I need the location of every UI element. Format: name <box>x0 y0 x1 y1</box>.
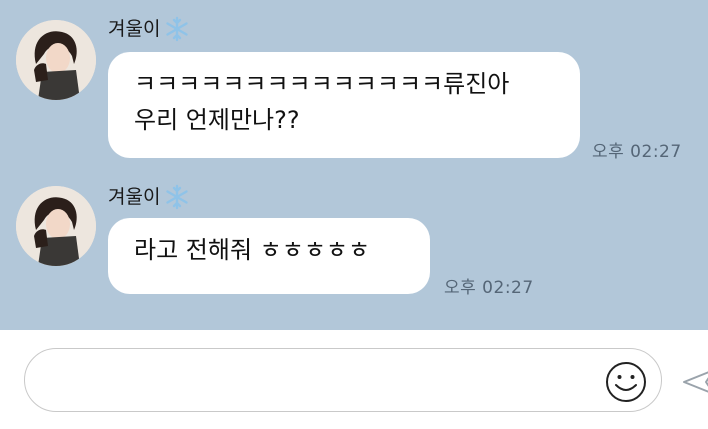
message-bubble[interactable]: 라고 전해줘 ㅎㅎㅎㅎㅎ <box>108 218 430 294</box>
send-icon[interactable] <box>680 366 708 398</box>
message-input[interactable] <box>45 359 609 403</box>
message-input-box[interactable] <box>24 348 662 412</box>
message-text-line: ㅋㅋㅋㅋㅋㅋㅋㅋㅋㅋㅋㅋㅋㅋ류진아 <box>134 70 510 98</box>
avatar[interactable] <box>16 186 96 266</box>
input-area <box>0 330 708 429</box>
message-text-line: 우리 언제만나?? <box>134 106 300 134</box>
message-time: 오후 02:27 <box>592 142 682 162</box>
smiley-icon[interactable] <box>604 360 648 404</box>
avatar[interactable] <box>16 20 96 100</box>
sender-name: 겨울이 <box>108 184 190 210</box>
snowflake-icon <box>166 16 189 42</box>
snowflake-icon <box>166 184 189 210</box>
sender-name: 겨울이 <box>108 16 190 42</box>
message-text-line: 라고 전해줘 ㅎㅎㅎㅎㅎ <box>134 236 371 264</box>
message-bubble[interactable]: ㅋㅋㅋㅋㅋㅋㅋㅋㅋㅋㅋㅋㅋㅋ류진아 우리 언제만나?? <box>108 52 580 158</box>
message-time: 오후 02:27 <box>444 278 534 298</box>
chat-area: 겨울이 ㅋㅋㅋㅋㅋㅋㅋㅋㅋㅋㅋㅋㅋㅋ류진아 우리 언제만나?? 오후 02:27 <box>0 0 708 330</box>
